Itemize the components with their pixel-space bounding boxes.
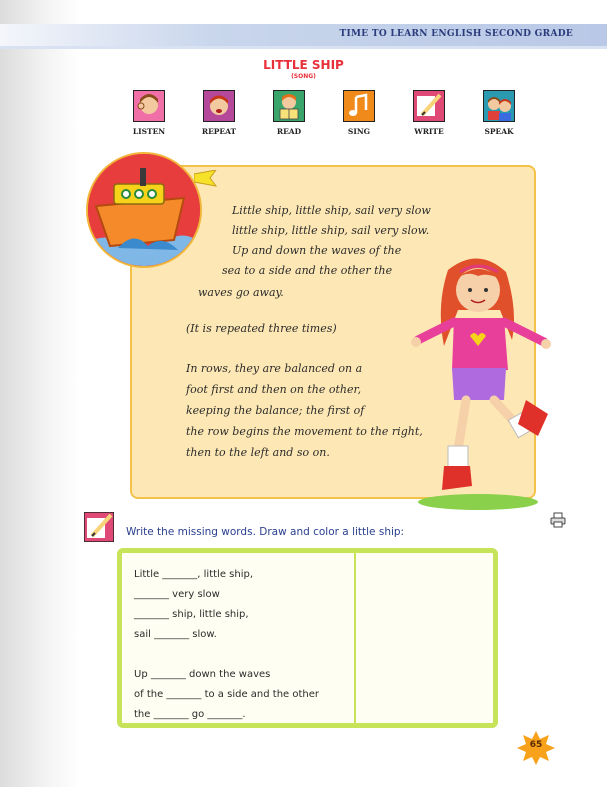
activity-label-write: WRITE: [414, 127, 444, 136]
exercise-line: the _______ go _______.: [134, 709, 246, 720]
write-task-icon: [83, 511, 115, 543]
lesson-subtitle: (SONG): [291, 73, 316, 80]
song-line: In rows, they are balanced on a: [186, 362, 363, 375]
print-icon[interactable]: [550, 512, 566, 528]
exercise-line: of the _______ to a side and the other: [134, 689, 319, 700]
activity-label-listen: LISTEN: [132, 127, 166, 136]
exercise-line: _______ ship, little ship,: [134, 609, 249, 620]
song-line: (It is repeated three times): [186, 322, 337, 335]
drawing-area[interactable]: [357, 553, 493, 723]
song-line: little ship, little ship, sail very slow…: [232, 224, 430, 237]
exercise-line: Little _______, little ship,: [134, 569, 254, 580]
activity-listen: LISTEN: [119, 90, 179, 136]
exercise-line: Up _______ down the waves: [134, 669, 271, 680]
activity-label-repeat: REPEAT: [201, 127, 237, 136]
song-line: then to the left and so on.: [186, 446, 330, 459]
activity-read: READ: [259, 90, 319, 136]
exercise-line: sail _______ slow.: [134, 629, 217, 640]
activity-label-read: READ: [276, 127, 302, 136]
song-line: Up and down the waves of the: [232, 244, 402, 257]
song-line: the row begins the movement to the right…: [186, 425, 423, 438]
activity-write: WRITE: [399, 90, 459, 136]
sing-icon: [343, 90, 375, 122]
exercise-divider: [354, 553, 356, 723]
song-line: Little ship, little ship, sail very slow: [232, 204, 431, 217]
activity-label-speak: SPEAK: [484, 127, 514, 136]
header-band: TIME TO LEARN ENGLISH SECOND GRADE: [0, 24, 607, 46]
activity-speak: SPEAK: [469, 90, 529, 136]
write-icon: [413, 90, 445, 122]
dancing-girl-illustration: [411, 258, 551, 510]
song-line: foot first and then on the other,: [186, 383, 362, 396]
speak-icon: [483, 90, 515, 122]
header-divider: [0, 46, 607, 49]
page-number: 65: [529, 740, 543, 750]
page-edge-shadow: [0, 0, 80, 787]
song-line: keeping the balance; the first of: [186, 404, 365, 417]
song-line: sea to a side and the other the: [222, 264, 393, 277]
activity-sing: SING: [329, 90, 389, 136]
read-icon: [273, 90, 305, 122]
activity-repeat: REPEAT: [189, 90, 249, 136]
exercise-box: Little _______, little ship, _______ ver…: [117, 548, 498, 728]
lesson-title: LITTLE SHIP: [263, 58, 344, 72]
repeat-icon: [203, 90, 235, 122]
ship-illustration: [86, 152, 202, 268]
book-title: TIME TO LEARN ENGLISH SECOND GRADE: [339, 29, 573, 39]
exercise-line: _______ very slow: [134, 589, 220, 600]
song-line: waves go away.: [198, 286, 284, 299]
listen-icon: [133, 90, 165, 122]
activity-icons-row: LISTEN REPEAT READ SING WRITE SPEAK: [126, 90, 516, 140]
ship-icon: [88, 154, 200, 266]
exercise-instruction: Write the missing words. Draw and color …: [126, 526, 405, 538]
flag-icon: [194, 170, 218, 187]
activity-label-sing: SING: [347, 127, 371, 136]
